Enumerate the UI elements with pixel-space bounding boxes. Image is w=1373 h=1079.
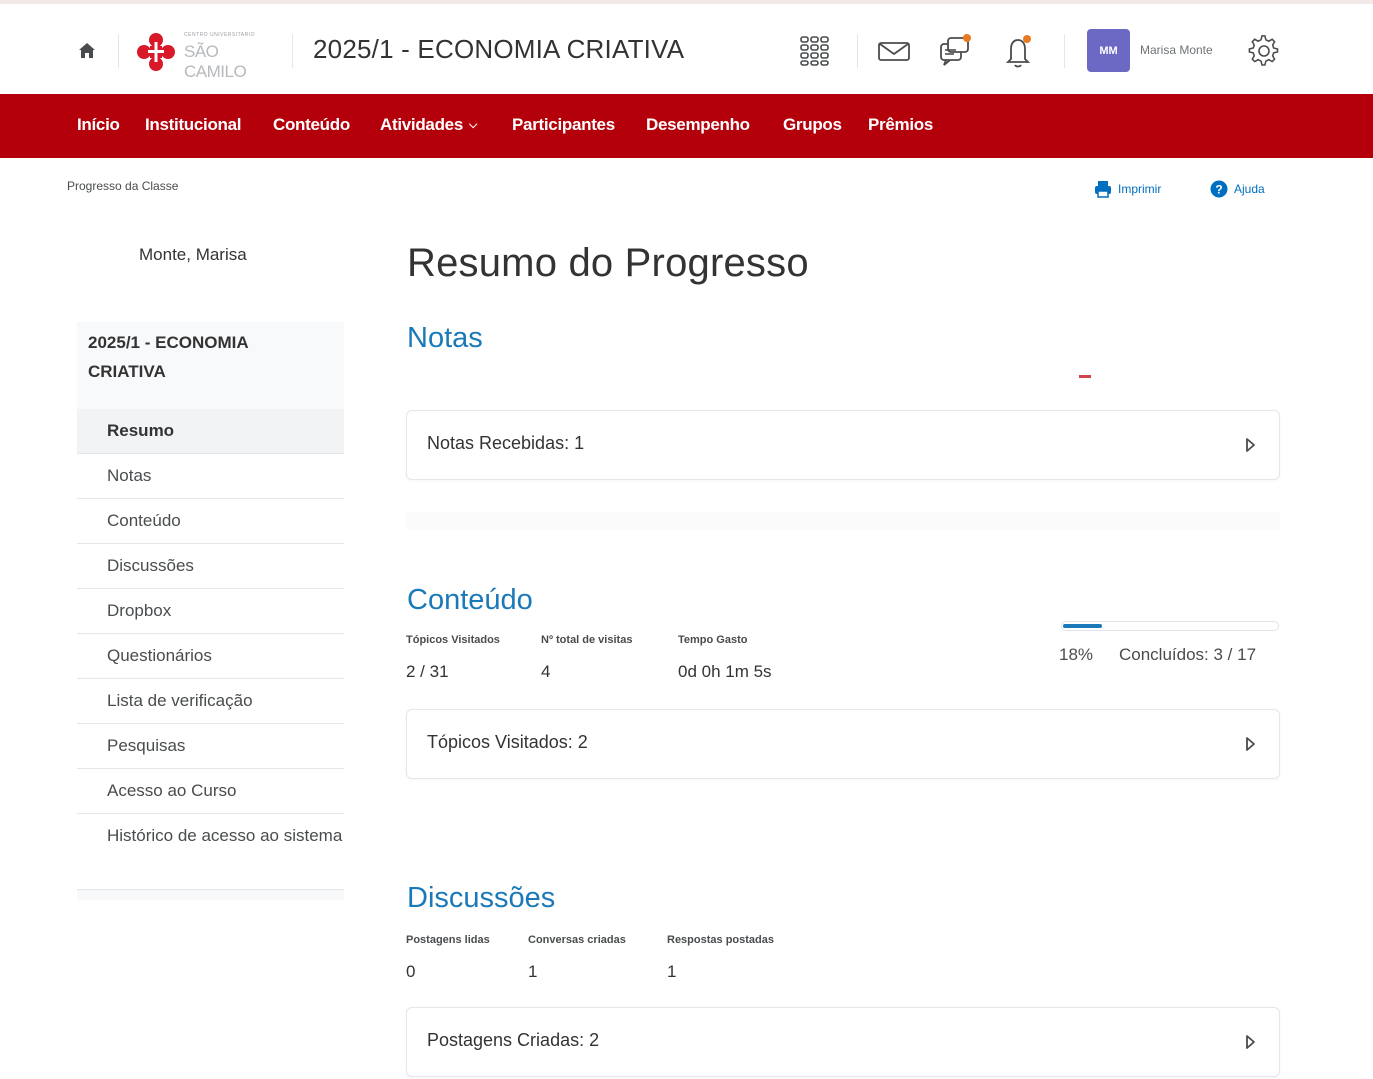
- institution-logo[interactable]: CENTRO UNIVERSITARIO SÃO CAMILO: [136, 30, 276, 81]
- caret-right-icon: [1246, 737, 1255, 751]
- sidebar-item-notas[interactable]: Notas: [77, 454, 344, 499]
- page-title: Resumo do Progresso: [407, 241, 809, 285]
- nav-item-premios[interactable]: Prêmios: [868, 115, 933, 135]
- sidebar-item-discussoes[interactable]: Discussões: [77, 544, 344, 589]
- stat-label: Tempo Gasto: [678, 634, 748, 646]
- caret-right-icon: [1246, 1035, 1255, 1049]
- stat-value: 1: [528, 962, 538, 981]
- sidebar-item-lista-verificacao[interactable]: Lista de verificação: [77, 679, 344, 724]
- student-name: Monte, Marisa: [139, 245, 247, 264]
- print-label: Imprimir: [1118, 182, 1162, 196]
- svg-text:?: ?: [1215, 183, 1222, 197]
- stat-label: Tópicos Visitados: [406, 634, 500, 646]
- apps-grid-icon[interactable]: [798, 34, 832, 68]
- nav-item-conteudo[interactable]: Conteúdo: [273, 115, 350, 135]
- chat-icon[interactable]: [938, 34, 972, 68]
- expander-label: Tópicos Visitados: 2: [427, 732, 588, 752]
- topicos-visitados-expander[interactable]: Tópicos Visitados: 2: [406, 709, 1280, 779]
- nav-item-institucional[interactable]: Institucional: [145, 115, 242, 135]
- nav-item-inicio[interactable]: Início: [77, 115, 120, 135]
- section-heading-notas: Notas: [407, 322, 483, 354]
- avatar[interactable]: MM: [1087, 29, 1130, 72]
- expander-label: Postagens Criadas: 2: [427, 1030, 600, 1050]
- nav-item-participantes[interactable]: Participantes: [512, 115, 615, 135]
- progress-percent: 18%: [1059, 645, 1094, 664]
- sidebar-menu: Resumo Notas Conteúdo Discussões Dropbox…: [77, 409, 344, 890]
- header-divider: [1064, 34, 1065, 68]
- header-divider: [292, 34, 293, 68]
- stat-label: Postagens lidas: [406, 934, 490, 946]
- sidebar-item-historico-acesso[interactable]: Histórico de acesso ao sistema: [77, 814, 344, 890]
- progress-fill: [1063, 624, 1102, 628]
- header-divider: [118, 34, 119, 68]
- completed-count: Concluídos: 3 / 17: [1119, 645, 1257, 664]
- stat-label: Respostas postadas: [667, 934, 774, 946]
- user-name[interactable]: Marisa Monte: [1140, 43, 1213, 57]
- stat-value: 4: [541, 662, 551, 681]
- help-button[interactable]: ? Ajuda: [1210, 180, 1265, 198]
- stat-value: 0: [406, 962, 416, 981]
- sidebar: 2025/1 - ECONOMIA CRIATIVA Resumo Notas …: [77, 322, 344, 900]
- section-heading-discussoes: Discussões: [407, 882, 556, 914]
- postagens-criadas-expander[interactable]: Postagens Criadas: 2: [406, 1007, 1280, 1077]
- nav-item-grupos[interactable]: Grupos: [783, 115, 842, 135]
- sidebar-item-conteudo[interactable]: Conteúdo: [77, 499, 344, 544]
- notas-recebidas-expander[interactable]: Notas Recebidas: 1: [406, 410, 1280, 480]
- stat-value: 2 / 31: [406, 662, 449, 681]
- sidebar-item-resumo[interactable]: Resumo: [77, 409, 344, 454]
- chevron-down-icon: ⌵: [468, 119, 478, 131]
- nav-item-desempenho[interactable]: Desempenho: [646, 115, 750, 135]
- logo-subtitle: CENTRO UNIVERSITARIO: [184, 32, 256, 38]
- logo-cross-icon: [137, 33, 175, 71]
- course-title[interactable]: 2025/1 - ECONOMIA CRIATIVA: [313, 34, 684, 65]
- sidebar-item-acesso-curso[interactable]: Acesso ao Curso: [77, 769, 344, 814]
- gear-icon[interactable]: [1247, 34, 1281, 68]
- mail-icon[interactable]: [877, 34, 911, 68]
- stat-label: Nº total de visitas: [541, 634, 633, 646]
- caret-right-icon: [1246, 438, 1255, 452]
- header-divider: [857, 34, 858, 68]
- stat-label: Conversas criadas: [528, 934, 626, 946]
- bell-icon[interactable]: [1001, 34, 1035, 68]
- stat-value: 1: [667, 962, 677, 981]
- stat-value: 0d 0h 1m 5s: [678, 662, 772, 681]
- section-divider: [406, 512, 1280, 530]
- sidebar-course-title: 2025/1 - ECONOMIA CRIATIVA: [88, 333, 248, 381]
- sidebar-item-pesquisas[interactable]: Pesquisas: [77, 724, 344, 769]
- content-progress-bar: [1061, 621, 1279, 631]
- top-header: CENTRO UNIVERSITARIO SÃO CAMILO 2025/1 -…: [0, 0, 1373, 94]
- help-label: Ajuda: [1234, 182, 1265, 196]
- status-indicator: [1079, 375, 1091, 378]
- help-icon: ?: [1210, 180, 1228, 198]
- home-icon[interactable]: [76, 40, 98, 62]
- nav-item-label: Atividades: [380, 115, 463, 134]
- nav-item-atividades[interactable]: Atividades ⌵: [380, 115, 477, 135]
- sidebar-item-questionarios[interactable]: Questionários: [77, 634, 344, 679]
- breadcrumb[interactable]: Progresso da Classe: [67, 179, 178, 193]
- course-navbar: Início Institucional Conteúdo Atividades…: [0, 94, 1373, 158]
- print-button[interactable]: Imprimir: [1094, 180, 1161, 198]
- printer-icon: [1095, 181, 1111, 198]
- section-heading-conteudo: Conteúdo: [407, 584, 533, 616]
- logo-text: SÃO CAMILO: [184, 42, 247, 81]
- expander-label: Notas Recebidas: 1: [427, 433, 585, 453]
- sidebar-item-dropbox[interactable]: Dropbox: [77, 589, 344, 634]
